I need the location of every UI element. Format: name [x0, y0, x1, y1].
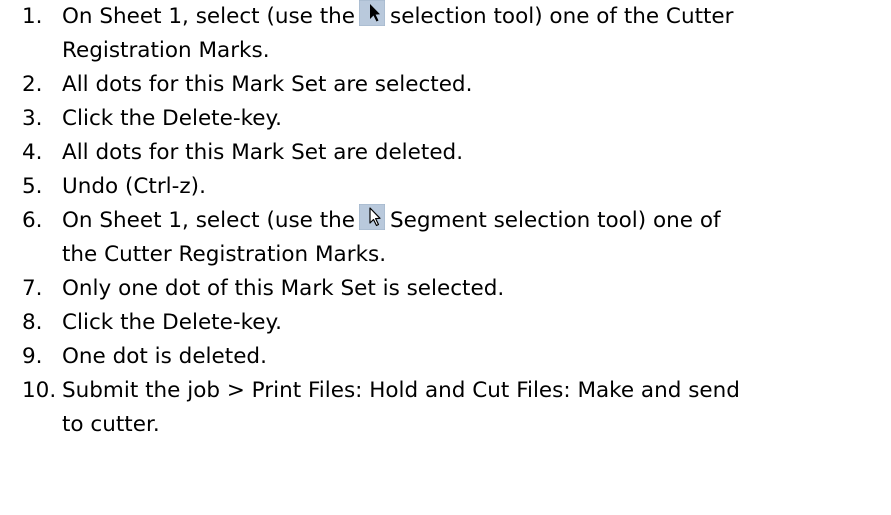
step-number: 10. — [22, 378, 57, 403]
selection-tool-icon — [359, 0, 386, 26]
step-text-continuation: to cutter. — [62, 412, 160, 437]
step-text-continuation: Registration Marks. — [62, 38, 270, 63]
step-text-after-icon: selection tool) one of the Cutter — [390, 4, 734, 29]
step-text: On Sheet 1, select (use the — [62, 208, 356, 233]
step-number: 8. — [22, 310, 43, 335]
step-text: Submit the job > Print Files: Hold and C… — [62, 378, 740, 403]
list-item-2: 2. All dots for this Mark Set are select… — [22, 68, 891, 102]
step-number: 1. — [22, 4, 43, 29]
step-text: All dots for this Mark Set are deleted. — [62, 140, 464, 165]
step-number: 4. — [22, 140, 43, 165]
segment-selection-tool-icon — [359, 204, 386, 230]
list-item-7: 7. Only one dot of this Mark Set is sele… — [22, 272, 891, 306]
step-number: 6. — [22, 208, 43, 233]
step-number: 7. — [22, 276, 43, 301]
step-text: On Sheet 1, select (use the — [62, 4, 356, 29]
step-number: 9. — [22, 344, 43, 369]
step-text: Click the Delete-key. — [62, 106, 282, 131]
list-item-4: 4. All dots for this Mark Set are delete… — [22, 136, 891, 170]
step-text-continuation: the Cutter Registration Marks. — [62, 242, 387, 267]
list-item-5: 5. Undo (Ctrl-z). — [22, 170, 891, 204]
instruction-list: 1. On Sheet 1, select (use the selection… — [22, 0, 891, 442]
step-text-after-icon: Segment selection tool) one of — [390, 208, 721, 233]
list-item-8: 8. Click the Delete-key. — [22, 306, 891, 340]
step-text: All dots for this Mark Set are selected. — [62, 72, 473, 97]
list-item-1: 1. On Sheet 1, select (use the selection… — [22, 0, 891, 68]
list-item-6: 6. On Sheet 1, select (use the Segment s… — [22, 204, 891, 272]
list-item-10: 10. Submit the job > Print Files: Hold a… — [22, 374, 891, 442]
step-number: 2. — [22, 72, 43, 97]
list-item-9: 9. One dot is deleted. — [22, 340, 891, 374]
list-item-3: 3. Click the Delete-key. — [22, 102, 891, 136]
step-number: 3. — [22, 106, 43, 131]
step-number: 5. — [22, 174, 43, 199]
step-text: Only one dot of this Mark Set is selecte… — [62, 276, 505, 301]
step-text: Click the Delete-key. — [62, 310, 282, 335]
step-text: One dot is deleted. — [62, 344, 267, 369]
step-text: Undo (Ctrl-z). — [62, 174, 206, 199]
